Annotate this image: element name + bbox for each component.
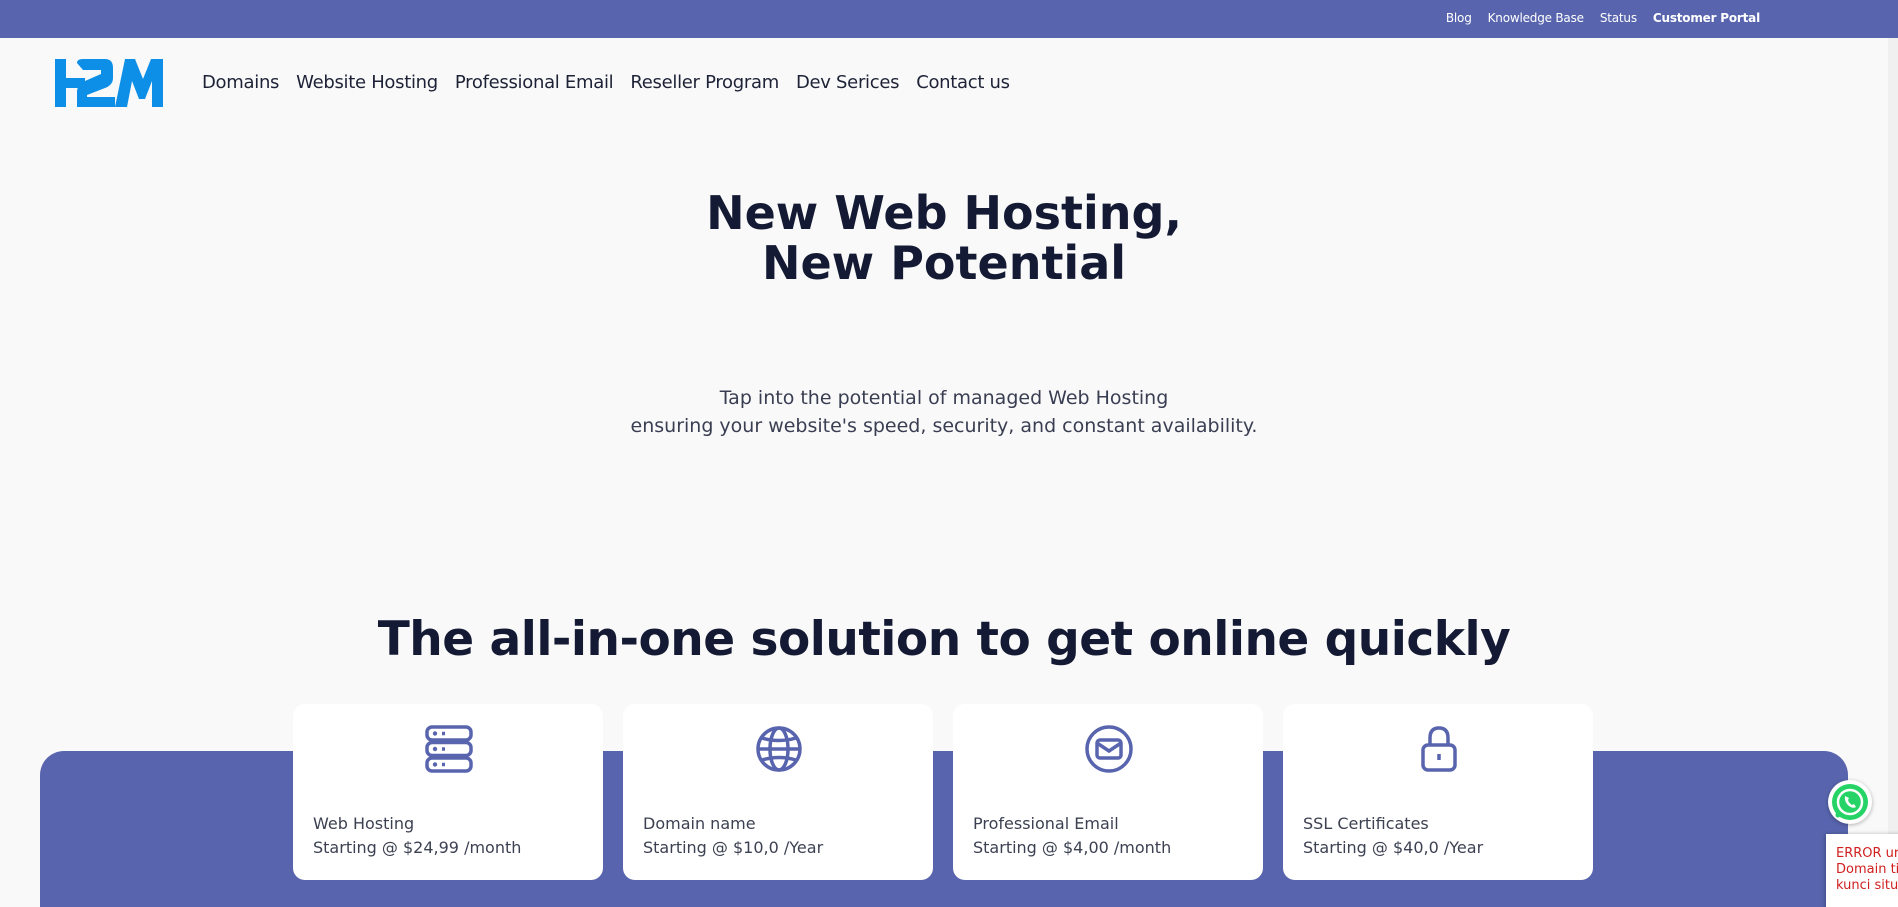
card-ssl-certificates[interactable]: SSL Certificates Starting @ $40,0 /Year — [1283, 704, 1593, 880]
card-price: Starting @ $10,0 /Year — [643, 838, 824, 857]
section-title: The all-in-one solution to get online qu… — [377, 612, 1511, 667]
error-line-3: kunci situ — [1836, 878, 1898, 893]
lock-icon — [1421, 726, 1457, 772]
page-scrollbar[interactable] — [1888, 38, 1898, 907]
blog-link[interactable]: Blog — [1446, 11, 1472, 25]
card-title: SSL Certificates — [1303, 814, 1429, 833]
card-title: Web Hosting — [313, 814, 415, 833]
service-cards: Web Hosting Starting @ $24,99 /month Dom… — [293, 704, 1593, 880]
primary-nav: Domains Website Hosting Professional Ema… — [202, 72, 1010, 93]
hero-subtitle-line-1: Tap into the potential of managed Web Ho… — [719, 387, 1169, 409]
card-title: Domain name — [643, 814, 756, 833]
main-navbar: Domains Website Hosting Professional Ema… — [0, 38, 1898, 128]
hero-title-line-2: New Potential — [761, 236, 1127, 290]
h2m-logo[interactable] — [55, 59, 163, 107]
whatsapp-chat-button[interactable] — [1828, 780, 1872, 824]
status-link[interactable]: Status — [1600, 11, 1637, 25]
utility-links: Blog Knowledge Base Status Customer Port… — [1446, 11, 1760, 25]
card-domain-name[interactable]: Domain name Starting @ $10,0 /Year — [623, 704, 933, 880]
top-utility-bar: Blog Knowledge Base Status Customer Port… — [0, 0, 1898, 38]
globe-icon — [756, 726, 802, 772]
customer-portal-link[interactable]: Customer Portal — [1653, 11, 1760, 25]
nav-website-hosting[interactable]: Website Hosting — [296, 72, 438, 93]
recaptcha-error-widget: ERROR ur Domain ti kunci situ — [1826, 834, 1898, 907]
card-professional-email[interactable]: Professional Email Starting @ $4,00 /mon… — [953, 704, 1263, 880]
card-price: Starting @ $40,0 /Year — [1303, 838, 1484, 857]
hero-subtitle-line-2: ensuring your website's speed, security,… — [630, 415, 1258, 437]
card-title: Professional Email — [973, 814, 1119, 833]
nav-contact-us[interactable]: Contact us — [916, 72, 1010, 93]
nav-professional-email[interactable]: Professional Email — [455, 72, 614, 93]
nav-domains[interactable]: Domains — [202, 72, 279, 93]
error-line-1: ERROR ur — [1836, 846, 1898, 861]
email-icon — [1085, 725, 1133, 773]
card-price: Starting @ $24,99 /month — [313, 838, 522, 857]
whatsapp-icon — [1832, 784, 1868, 820]
knowledge-base-link[interactable]: Knowledge Base — [1488, 11, 1584, 25]
hero-title: New Web Hosting, New Potential — [0, 188, 1888, 288]
card-web-hosting[interactable]: Web Hosting Starting @ $24,99 /month — [293, 704, 603, 880]
hero-subtitle: Tap into the potential of managed Web Ho… — [0, 384, 1888, 440]
card-price: Starting @ $4,00 /month — [973, 838, 1172, 857]
nav-dev-services[interactable]: Dev Serices — [796, 72, 900, 93]
error-line-2: Domain ti — [1836, 862, 1898, 877]
hero-title-line-1: New Web Hosting, — [706, 186, 1182, 240]
nav-reseller-program[interactable]: Reseller Program — [630, 72, 779, 93]
server-icon — [425, 725, 473, 773]
